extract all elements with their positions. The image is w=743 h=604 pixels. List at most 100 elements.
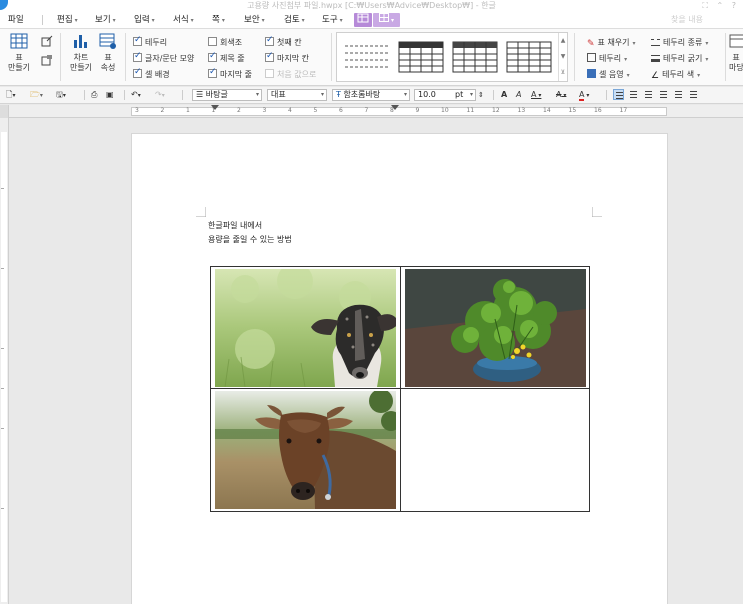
menu-format[interactable]: 서식 ▾ (173, 12, 194, 29)
tab-table-design[interactable] (354, 13, 372, 27)
redo-icon: ↷ (155, 90, 162, 99)
draw-table-button[interactable] (38, 35, 56, 69)
font-select[interactable]: Ŧ 함초롬바탕 ▾ (332, 89, 410, 101)
checkbox-header-row[interactable]: 제목 줄 (208, 51, 245, 64)
undo-button[interactable]: ↶▾ (131, 89, 141, 101)
menu-tools[interactable]: 도구 ▾ (322, 12, 343, 29)
table-style-grid-1[interactable] (397, 40, 445, 74)
formatting-toolbar: 🗋▾ 🗁▾ 🖫▾ ⎙ ▣ ↶▾ ↷▾ ☰ 바탕글 ▾ 대표 ▾ Ŧ 함초롬바탕 ▾ 1… (0, 87, 743, 104)
checkbox-cell-background[interactable]: 셀 배경 (133, 67, 170, 80)
new-doc-button[interactable]: 🗋▾ (6, 89, 15, 101)
ruler-number: 9 (415, 107, 420, 114)
language-select[interactable]: 대표 ▾ (267, 89, 327, 101)
bold-icon: A (501, 90, 508, 99)
menu-review[interactable]: 검토 ▾ (284, 12, 305, 29)
align-left-button[interactable] (628, 89, 639, 100)
ruler-tick (1, 508, 4, 509)
table-style-gallery[interactable]: ▲ ▼ ⊻ (336, 32, 568, 82)
italic-button[interactable]: A (516, 89, 521, 101)
strike-button[interactable]: A ▾ (556, 89, 566, 101)
align-distribute-button[interactable] (673, 89, 684, 100)
border-icon (587, 53, 596, 62)
window-controls[interactable]: ⛶ ⌃ ? (702, 0, 739, 12)
photo-table[interactable] (210, 266, 590, 512)
ruler-tick (1, 388, 4, 389)
menu-page[interactable]: 쪽 ▾ (212, 12, 225, 29)
reset-style-button[interactable]: 처음 값으로 (265, 69, 316, 80)
align-split-button[interactable] (688, 89, 699, 100)
ruler-number: 6 (339, 107, 343, 114)
table-icon (10, 33, 28, 49)
border-color-button[interactable]: ∠ 테두리 색 ▾ (651, 69, 700, 81)
checkbox-checked-icon (208, 67, 217, 78)
ruler-corner (0, 105, 9, 118)
cell-shade-button[interactable]: 셀 음영 ▾ (587, 69, 630, 81)
doc-line-1[interactable]: 한글파일 내에서 (208, 219, 262, 233)
ruler-number: 12 (492, 107, 500, 114)
border-width-icon (651, 55, 660, 62)
align-center-icon (645, 91, 652, 98)
font-size-stepper[interactable]: ⇕ (478, 89, 484, 101)
gallery-scroll[interactable]: ▲ ▼ ⊻ (558, 33, 567, 81)
checkbox-checked-icon (208, 51, 217, 62)
tab-table-layout[interactable]: ▾ (373, 13, 400, 27)
align-justify-button[interactable] (613, 89, 624, 100)
horizontal-ruler[interactable]: 3 2 1 1 2 3 4 5 6 7 8 9 10 11 12 13 14 15 16 17 (0, 105, 743, 118)
border-button[interactable]: 테두리 ▾ (587, 53, 627, 65)
border-width-button[interactable]: 테두리 굵기 ▾ (651, 53, 708, 65)
menu-view[interactable]: 보기 ▾ (95, 12, 116, 29)
table-cell-bottom-right[interactable] (401, 389, 589, 511)
ruler-tick (1, 428, 4, 429)
ruler-number: 1 (186, 107, 190, 114)
align-center-button[interactable] (643, 89, 654, 100)
dog-photo[interactable] (215, 269, 396, 387)
border-type-button[interactable]: 테두리 종류 ▾ (651, 37, 708, 49)
vertical-ruler[interactable] (0, 118, 9, 604)
table-style-plain[interactable] (343, 40, 391, 74)
save-button[interactable]: 🖫▾ (56, 89, 66, 101)
table-properties-button[interactable]: 표 속성 (96, 33, 120, 73)
style-select[interactable]: ☰ 바탕글 ▾ (192, 89, 262, 101)
ruler-number: 17 (619, 107, 628, 114)
print-button[interactable]: ⎙ (91, 89, 97, 101)
chart-button[interactable]: 차트 만들기 (66, 33, 96, 73)
checkbox-grayscale[interactable]: 회색조 (208, 37, 242, 48)
checkbox-checked-icon (265, 51, 274, 62)
cow-photo[interactable] (215, 391, 396, 509)
preview-button[interactable]: ▣ (106, 89, 114, 101)
ruler-number: 3 (262, 107, 267, 114)
align-right-button[interactable] (658, 89, 669, 100)
font-color-button[interactable]: A ▾ (579, 89, 589, 101)
table-style-grid-2[interactable] (451, 40, 499, 74)
lettuce-plant-photo[interactable] (405, 269, 586, 387)
checkbox-first-column[interactable]: 첫째 칸 (265, 35, 302, 48)
checkbox-border[interactable]: 테두리 (133, 35, 167, 48)
checkbox-last-row[interactable]: 마지막 줄 (208, 67, 252, 80)
menu-insert[interactable]: 입력 ▾ (134, 12, 155, 29)
ruler-number: 11 (466, 107, 475, 114)
table-style-grid-3[interactable] (505, 40, 553, 74)
table-design-icon (357, 13, 369, 23)
indent-marker-icon[interactable] (211, 105, 219, 110)
preview-icon: ▣ (106, 90, 114, 99)
right-indent-marker-icon[interactable] (391, 105, 399, 110)
menu-file[interactable]: 파일 (8, 12, 24, 28)
menu-security[interactable]: 보안 ▾ (244, 12, 265, 29)
ruler-tick (1, 268, 4, 269)
checkbox-last-column[interactable]: 마지막 칸 (265, 51, 309, 64)
open-button[interactable]: 🗁▾ (30, 89, 43, 101)
align-split-icon (690, 91, 697, 98)
make-table-button[interactable]: 표 만들기 (6, 33, 32, 73)
menu-edit[interactable]: 편집 ▾ (57, 12, 78, 29)
bold-button[interactable]: A (501, 89, 507, 101)
checkbox-checked-icon (133, 51, 142, 62)
fill-table-button[interactable]: ✎ 표 채우기 ▾ (587, 37, 636, 49)
doc-line-2[interactable]: 용량을 줄일 수 있는 방법 (208, 233, 292, 247)
underline-button[interactable]: A ▾ (531, 89, 541, 101)
checkbox-char-para[interactable]: 글자/문단 모양 (133, 51, 194, 64)
table-template-button[interactable]: 표 마당 (729, 33, 743, 73)
pen-icon: ∠ (651, 71, 660, 81)
redo-button[interactable]: ↷▾ (155, 89, 165, 101)
font-size-select[interactable]: 10.0 pt ▾ (414, 89, 476, 101)
search-input[interactable]: 찾을 내용 (671, 12, 703, 28)
